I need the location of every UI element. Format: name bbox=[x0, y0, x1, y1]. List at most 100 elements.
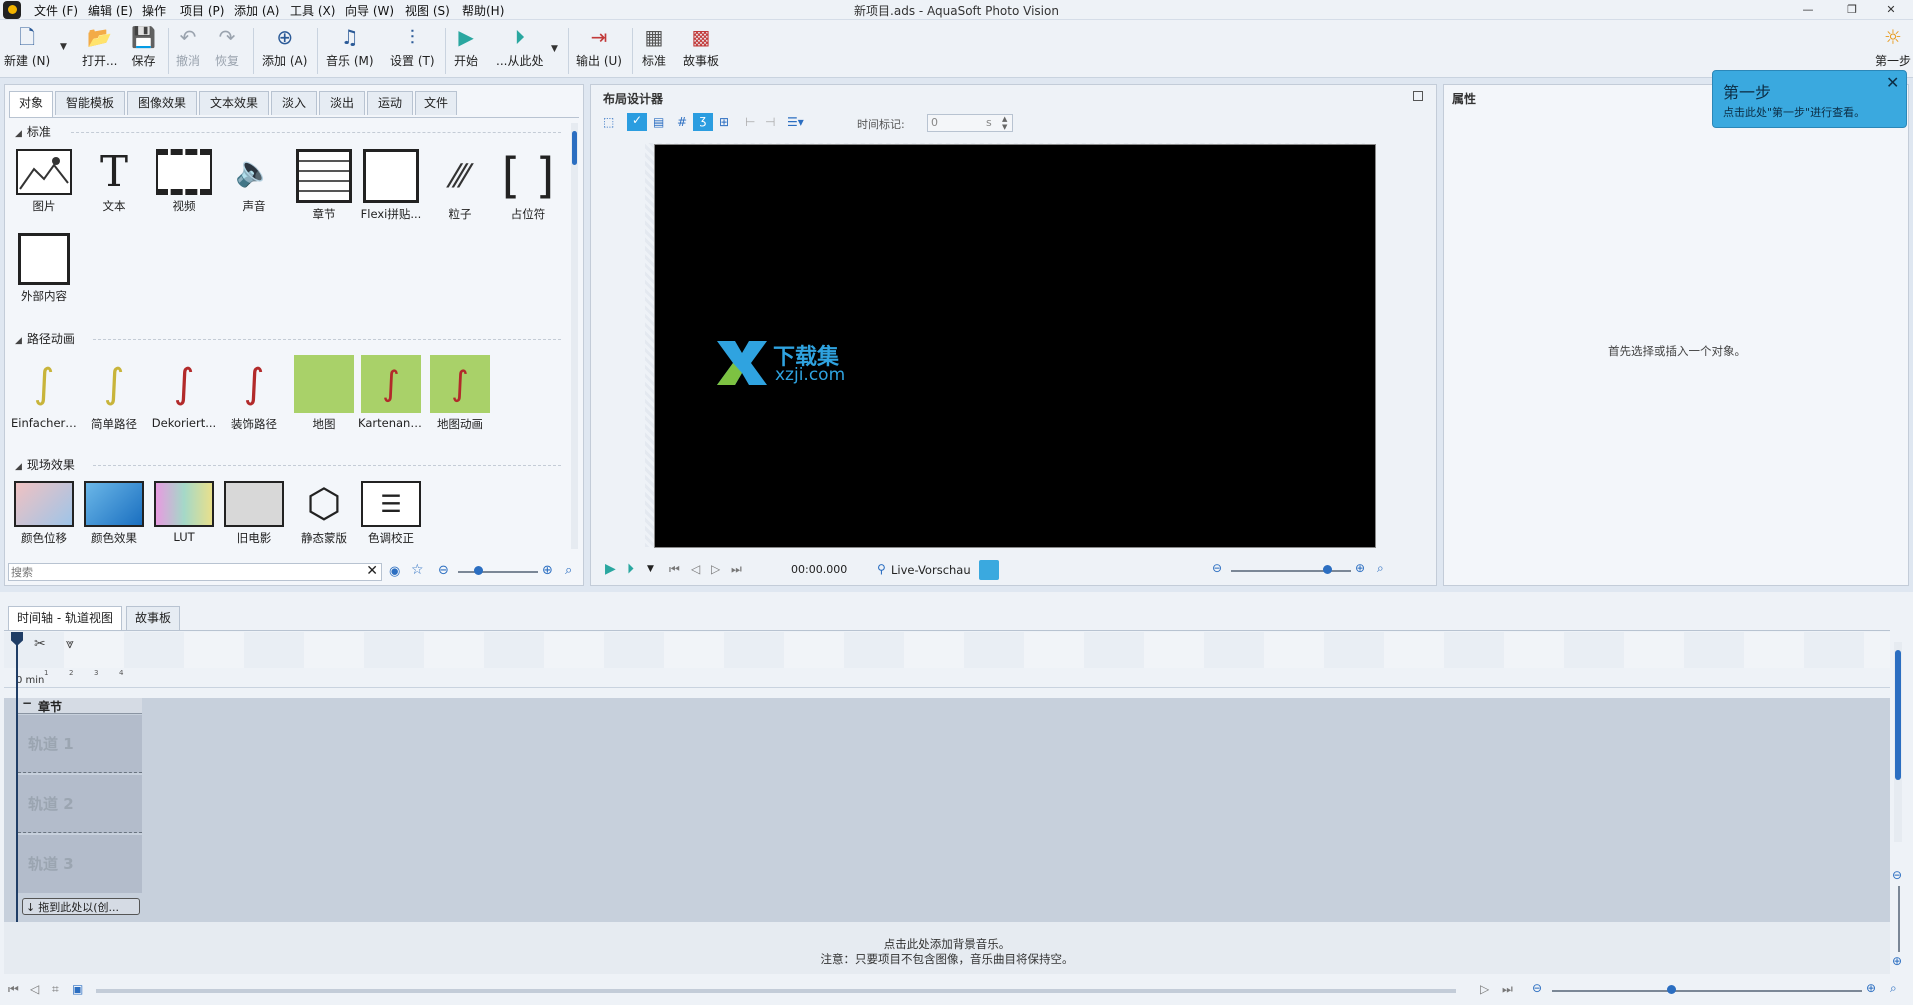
storyboard-button[interactable]: ▩ 故事板 bbox=[683, 24, 719, 69]
minimize-button[interactable]: — bbox=[1786, 0, 1830, 20]
grid-icon[interactable]: # bbox=[677, 115, 687, 129]
eye-icon[interactable]: ◉ bbox=[389, 564, 400, 579]
timeline-vscrollbar[interactable] bbox=[1894, 642, 1902, 842]
add-button[interactable]: ⊕ 添加 (A) bbox=[262, 24, 307, 69]
path-simple-1[interactable]: ∫ Einfacher ... bbox=[11, 355, 77, 430]
play-dropdown-icon[interactable]: ▼ bbox=[647, 564, 654, 574]
section-standard-header[interactable]: ◢ 标准 bbox=[15, 123, 51, 140]
first-step-tooltip[interactable]: 第一步 点击此处"第一步"进行查看。 ✕ bbox=[1712, 70, 1907, 128]
timeline-zoom-in-icon[interactable]: ⊕ bbox=[1866, 981, 1876, 995]
object-text[interactable]: T 文本 bbox=[81, 149, 147, 214]
tooltip-close-icon[interactable]: ✕ bbox=[1886, 73, 1899, 92]
thumbnail-size-slider-thumb[interactable] bbox=[474, 566, 483, 575]
list-options-icon[interactable]: ☰▾ bbox=[787, 115, 804, 129]
new-dropdown-icon[interactable]: ▼ bbox=[60, 42, 67, 52]
timeline-prev-icon[interactable]: ◁ bbox=[30, 982, 39, 996]
track-1[interactable]: 轨道 1 bbox=[18, 715, 142, 773]
restore-button[interactable]: ❐ bbox=[1830, 0, 1874, 20]
timeline-zoom-fit-icon[interactable]: ⌕ bbox=[1890, 981, 1897, 996]
prev-frame-icon[interactable]: ◁ bbox=[691, 562, 700, 576]
save-button[interactable]: 💾 保存 bbox=[131, 24, 156, 69]
snap-tool-icon[interactable]: ✓ bbox=[627, 113, 647, 131]
output-button[interactable]: ⇥ 输出 (U) bbox=[576, 24, 622, 69]
path-decorated-1[interactable]: ∫ Dekoriert... bbox=[151, 355, 217, 430]
timeline-fit-icon[interactable]: ⌗ bbox=[52, 982, 59, 997]
settings-button[interactable]: ⫶ 设置 (T) bbox=[390, 24, 435, 69]
tab-storyboard[interactable]: 故事板 bbox=[126, 606, 180, 630]
go-start-icon[interactable]: ⏮ bbox=[669, 562, 680, 577]
music-strip[interactable]: 点击此处添加背景音乐。 注意：只要项目不包含图像，音乐曲目将保持空。 bbox=[4, 922, 1890, 974]
next-frame-icon[interactable]: ▷ bbox=[711, 562, 720, 576]
preview-zoom-slider[interactable] bbox=[1231, 570, 1351, 572]
play-icon[interactable]: ▶ bbox=[605, 561, 616, 577]
effect-tone-correction[interactable]: ☰ 色调校正 bbox=[358, 481, 424, 546]
object-flexi-collage[interactable]: Flexi拼贴... bbox=[358, 149, 424, 222]
tab-image-effects[interactable]: 图像效果 bbox=[127, 91, 197, 115]
timeline-zoom-out-icon[interactable]: ⊖ bbox=[1532, 981, 1542, 995]
path-simple-2[interactable]: ∫ 简单路径 bbox=[81, 355, 147, 432]
close-button[interactable]: ✕ bbox=[1869, 0, 1913, 20]
start-button[interactable]: ▶ 开始 bbox=[454, 24, 478, 69]
timeline-ruler[interactable] bbox=[4, 632, 1890, 668]
chapter-header[interactable]: − 章节 bbox=[18, 696, 142, 714]
first-step-button[interactable]: ☼ 第一步 bbox=[1873, 24, 1913, 69]
go-end-icon[interactable]: ⏭ bbox=[731, 562, 742, 577]
tab-smart-templates[interactable]: 智能模板 bbox=[55, 91, 125, 115]
tab-timeline-track-view[interactable]: 时间轴 - 轨道视图 bbox=[8, 606, 122, 630]
preview-zoom-in-icon[interactable]: ⊕ bbox=[1355, 561, 1365, 575]
preview-zoom-out-icon[interactable]: ⊖ bbox=[1212, 561, 1222, 575]
safe-area-icon[interactable]: ▤ bbox=[653, 115, 664, 129]
timeline-camera-icon[interactable]: ▣ bbox=[72, 982, 83, 996]
path-decorated-2[interactable]: ∫ 装饰路径 bbox=[221, 355, 287, 432]
chapter-collapse-icon[interactable]: − bbox=[22, 696, 32, 710]
open-button[interactable]: 📂 打开... bbox=[82, 24, 117, 69]
timeline-hscrollbar[interactable] bbox=[96, 989, 1456, 993]
align-left-icon[interactable]: ⊢ bbox=[745, 115, 755, 129]
vertical-zoom-in-icon[interactable]: ⊕ bbox=[1892, 954, 1902, 968]
timeline-vscroll-thumb[interactable] bbox=[1895, 650, 1901, 780]
preview-zoom-slider-thumb[interactable] bbox=[1323, 565, 1332, 574]
align-right-icon[interactable]: ⊣ bbox=[765, 115, 775, 129]
effect-color-shift[interactable]: 颜色位移 bbox=[11, 481, 77, 546]
star-favorite-icon[interactable]: ☆ bbox=[411, 562, 424, 578]
vertical-zoom-out-icon[interactable]: ⊖ bbox=[1892, 868, 1902, 882]
maximize-panel-icon[interactable] bbox=[1413, 91, 1423, 101]
library-search-input[interactable] bbox=[11, 564, 357, 580]
path-map-animation-1[interactable]: ∫ Kartenani... bbox=[358, 355, 424, 430]
object-external-content[interactable]: 外部内容 bbox=[11, 233, 77, 304]
tab-fade-in[interactable]: 淡入 bbox=[271, 91, 317, 115]
object-video[interactable]: 视频 bbox=[151, 149, 217, 214]
track-area[interactable] bbox=[4, 698, 1890, 922]
timeline-zoom-slider-thumb[interactable] bbox=[1667, 985, 1676, 994]
start-dropdown-icon[interactable]: ▼ bbox=[551, 44, 558, 54]
object-sound[interactable]: 🔈〰 声音 bbox=[221, 149, 287, 214]
object-placeholder[interactable]: [ ] 占位符 bbox=[495, 149, 561, 222]
timeline-zoom-slider[interactable] bbox=[1552, 990, 1862, 992]
zoom-in-icon[interactable]: ⊕ bbox=[542, 563, 553, 578]
object-particles[interactable]: ⁄⁄⁄ 粒子 bbox=[427, 149, 493, 222]
preview-zoom-fit-icon[interactable]: ⌕ bbox=[1377, 561, 1384, 576]
tab-text-effects[interactable]: 文本效果 bbox=[199, 91, 269, 115]
time-spinner-icon[interactable]: ▲ ▼ bbox=[1002, 115, 1007, 131]
path-map-animation-2[interactable]: ∫ 地图动画 bbox=[427, 355, 493, 432]
tab-motion[interactable]: 运动 bbox=[367, 91, 413, 115]
timeline-go-end-icon[interactable]: ⏭ bbox=[1502, 982, 1513, 997]
section-live-effects-header[interactable]: ◢ 现场效果 bbox=[15, 456, 75, 473]
effect-old-movie[interactable]: 旧电影 bbox=[221, 481, 287, 546]
track-3[interactable]: 轨道 3 bbox=[18, 835, 142, 893]
tab-fade-out[interactable]: 淡出 bbox=[319, 91, 365, 115]
tab-objects[interactable]: 对象 bbox=[9, 91, 53, 117]
cut-scissors-icon[interactable]: ✂ bbox=[34, 636, 46, 652]
object-chapter[interactable]: 章节 bbox=[291, 149, 357, 222]
play-from-here-icon[interactable]: ⏵ bbox=[627, 561, 634, 577]
select-tool-icon[interactable]: ⬚ bbox=[603, 115, 614, 129]
music-button[interactable]: ♫ 音乐 (M) bbox=[326, 24, 374, 69]
timeline-go-start-icon[interactable]: ⏮ bbox=[8, 982, 19, 997]
undo-button[interactable]: ↶ 撤消 bbox=[176, 24, 200, 69]
play-from-here-button[interactable]: ⏵ ...从此处 bbox=[496, 24, 543, 69]
effect-static-mask[interactable]: ⬡ 静态蒙版 bbox=[291, 481, 357, 546]
live-preview-toggle[interactable] bbox=[979, 560, 999, 580]
standard-view-button[interactable]: ▦ 标准 bbox=[642, 24, 666, 69]
layout-grid-icon[interactable]: ⊞ bbox=[719, 115, 729, 129]
path-tool-icon[interactable]: ʒ bbox=[693, 113, 713, 131]
